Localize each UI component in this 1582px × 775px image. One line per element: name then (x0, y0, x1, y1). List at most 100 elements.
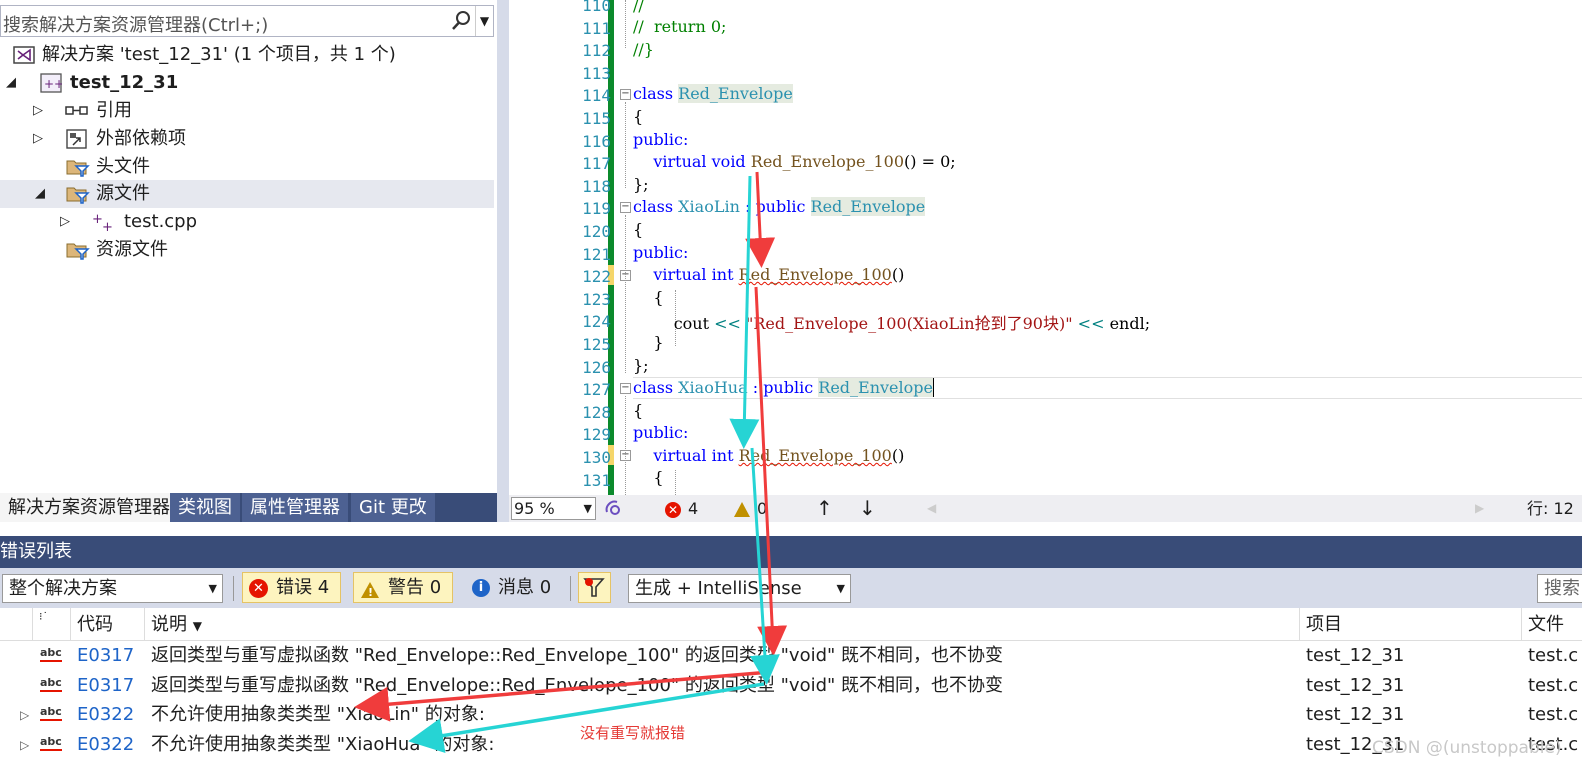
expanded-icon[interactable]: ◢ (35, 180, 45, 208)
filter-folder-icon (66, 157, 90, 177)
code-line-126: }; (633, 356, 649, 375)
column-header-desc[interactable]: 说明 ▼ (144, 608, 1299, 641)
error-code-link[interactable]: E0322 (77, 730, 134, 760)
solution-search-box[interactable]: 搜索解决方案资源管理器(Ctrl+;) ▼ (0, 5, 494, 37)
build-filter-select[interactable]: 生成 + IntelliSense ▼ (628, 574, 851, 603)
line-number: 110 (582, 0, 611, 15)
column-header-project[interactable]: 项目 (1299, 608, 1521, 641)
error-file: test.c (1528, 645, 1579, 666)
error-code-link[interactable]: E0317 (77, 671, 134, 701)
code-line-125: } (653, 333, 664, 352)
line-number: 124 (582, 312, 611, 332)
chevron-down-icon[interactable]: ▼ (584, 498, 592, 519)
search-icon[interactable] (451, 10, 471, 32)
expanded-icon[interactable]: ◢ (6, 69, 16, 97)
collapsed-icon[interactable]: ▷ (33, 125, 43, 153)
outline-guide (625, 0, 626, 48)
error-project: test_12_31 (1306, 645, 1405, 666)
chevron-down-icon[interactable]: ▼ (475, 6, 493, 36)
collapsed-icon[interactable]: ▷ (33, 97, 43, 125)
code-line-131: { (653, 468, 664, 487)
tree-item-headers[interactable]: 头文件 (0, 153, 494, 181)
line-number: 120 (582, 222, 611, 241)
collapsed-icon[interactable]: ▷ (60, 208, 70, 236)
chevron-down-icon[interactable]: ▼ (209, 575, 217, 602)
line-number: 131 (582, 470, 611, 490)
error-row[interactable]: ▷ abc E0322 不允许使用抽象类类型 "XiaoHua" 的对象: te… (0, 730, 1582, 760)
line-number: 116 (582, 131, 611, 151)
tab-property-manager[interactable]: 属性管理器 (242, 493, 348, 522)
build-filter-value: 生成 + IntelliSense (635, 578, 802, 599)
scope-select[interactable]: 整个解决方案 ▼ (2, 574, 223, 603)
code-line-114: class Red_Envelope (633, 84, 793, 103)
tree-item-references[interactable]: ▷ 引用 (0, 97, 494, 125)
scroll-left-icon[interactable]: ◀ (927, 495, 936, 522)
tab-class-view[interactable]: 类视图 (170, 493, 240, 522)
solution-search-input[interactable]: 搜索解决方案资源管理器(Ctrl+;) (3, 11, 268, 37)
error-code-link[interactable]: E0317 (77, 641, 134, 671)
error-icon: ✕ (249, 578, 268, 598)
line-number: 130 (582, 448, 611, 467)
error-list-header: ⁝˙ 代码 说明 ▼ 项目 文件 (0, 608, 1582, 641)
tree-item-sources[interactable]: ◢ 源文件 (0, 180, 494, 208)
code-line-124: cout << "Red_Envelope_100(XiaoLin抢到了90块)… (673, 314, 1151, 333)
column-header-code[interactable]: 代码 (70, 608, 144, 641)
editor-status-bar: 95 % ▼ ✕ 4 0 ↑ ↓ ◀ ▶ 行: 12 (509, 495, 1582, 522)
line-number: 119 (582, 199, 611, 219)
code-line-120: { (633, 220, 644, 239)
cursor-position: 行: 12 (1527, 499, 1574, 518)
next-issue-arrow-icon[interactable]: ↓ (859, 495, 876, 522)
annotation-note: 没有重写就报错 (580, 724, 686, 742)
code-line-123: { (653, 288, 664, 307)
tree-item-resources[interactable]: 资源文件 (0, 236, 494, 264)
column-header-file[interactable]: 文件 (1521, 608, 1582, 641)
tab-solution-explorer[interactable]: 解决方案资源管理器 (0, 493, 178, 522)
tree-item-project[interactable]: ◢ ++ test_12_31 (0, 69, 494, 97)
errors-filter-button[interactable]: ✕ 错误 4 (242, 572, 341, 603)
error-row[interactable]: abc E0317 返回类型与重写虚拟函数 "Red_Envelope::Red… (0, 671, 1582, 701)
line-number: 114 (582, 86, 611, 106)
column-options-icon[interactable]: ⁝˙ (32, 608, 70, 641)
code-editor[interactable]: 110 111 112 113 114 115 116 117 118 119 120 121 122 1… (509, 0, 1582, 495)
tree-item-label: test_12_31 (70, 72, 179, 93)
error-description: 不允许使用抽象类类型 "XiaoHua" 的对象: (151, 734, 495, 755)
collapse-icon[interactable]: − (620, 202, 631, 213)
zoom-select[interactable]: 95 % ▼ (511, 497, 596, 520)
tree-item-solution[interactable]: 解决方案 'test_12_31' (1 个项目，共 1 个) (0, 41, 494, 69)
panel-splitter[interactable] (497, 0, 509, 522)
code-line-130: virtual int Red_Envelope_100() (653, 446, 905, 465)
expand-row-icon[interactable]: ▷ (20, 700, 29, 730)
messages-filter-button[interactable]: i 消息 0 (472, 572, 551, 603)
error-code-link[interactable]: E0322 (77, 700, 134, 730)
collapse-icon[interactable]: − (620, 89, 631, 100)
error-project: test_12_31 (1306, 675, 1405, 696)
error-description: 返回类型与重写虚拟函数 "Red_Envelope::Red_Envelope_… (151, 645, 1004, 666)
error-file: test.c (1528, 704, 1579, 725)
expand-row-icon[interactable]: ▷ (20, 730, 29, 760)
warning-count-indicator[interactable]: 0 (734, 495, 767, 522)
tab-git-changes[interactable]: Git 更改 (351, 493, 435, 522)
error-list-search-input[interactable]: 搜索 (1537, 574, 1582, 603)
code-line-122: virtual int Red_Envelope_100() (653, 265, 905, 284)
code-line-117: virtual void Red_Envelope_100() = 0; (653, 152, 956, 171)
tree-item-external-deps[interactable]: ▷ 外部依赖项 (0, 125, 494, 153)
error-count-indicator[interactable]: ✕ 4 (665, 495, 698, 522)
tree-item-label: test.cpp (124, 211, 198, 232)
code-line-118: }; (633, 175, 649, 194)
code-line-116: public: (633, 130, 689, 149)
svg-text:!: ! (368, 586, 373, 599)
collapse-icon[interactable]: − (620, 383, 631, 394)
solution-icon (13, 45, 35, 65)
filter-button[interactable] (578, 572, 611, 603)
chevron-down-icon[interactable]: ▼ (837, 575, 845, 602)
error-row[interactable]: ▷ abc E0322 不允许使用抽象类类型 "XiaoLin" 的对象: te… (0, 700, 1582, 730)
intellicode-icon[interactable] (603, 498, 623, 526)
warnings-filter-button[interactable]: ! 警告 0 (353, 572, 453, 603)
error-row[interactable]: abc E0317 返回类型与重写虚拟函数 "Red_Envelope::Red… (0, 641, 1582, 671)
scroll-right-icon[interactable]: ▶ (1475, 495, 1484, 522)
tree-item-test-cpp[interactable]: ▷ + + test.cpp (0, 208, 494, 236)
outline-guide (625, 215, 626, 373)
line-number: 126 (582, 357, 611, 377)
tree-item-label: 资源文件 (96, 239, 168, 260)
previous-issue-arrow-icon[interactable]: ↑ (816, 495, 833, 522)
